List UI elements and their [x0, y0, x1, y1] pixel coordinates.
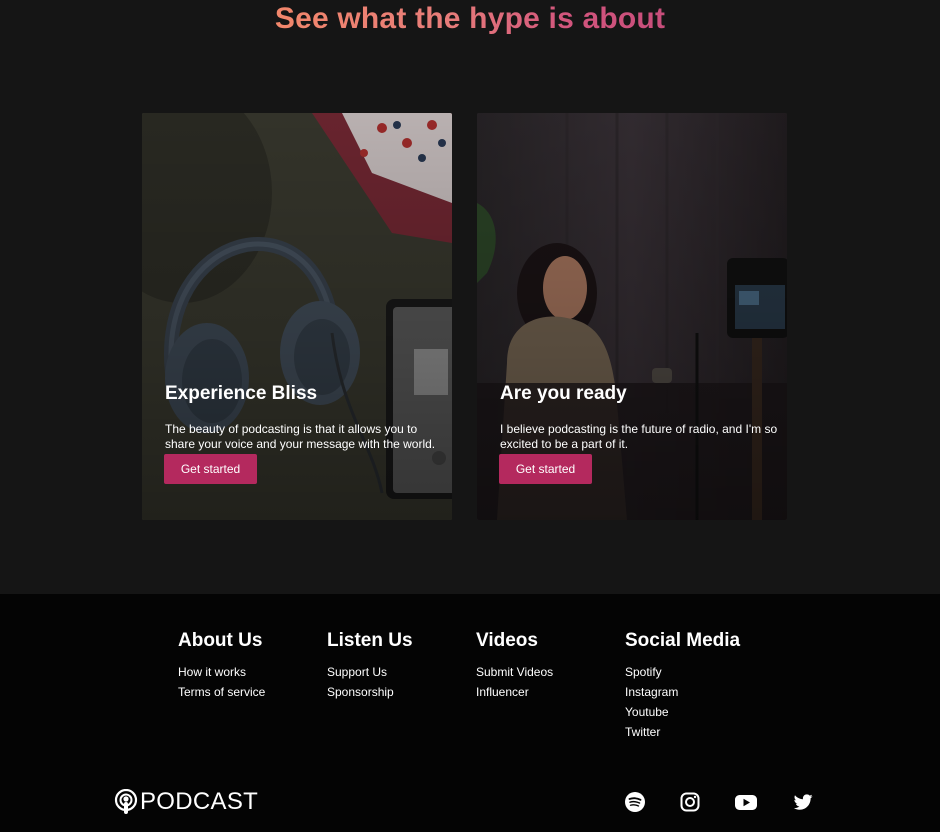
footer-column-listen: Listen Us Support Us Sponsorship	[327, 630, 413, 702]
footer-column-about: About Us How it works Terms of service	[178, 630, 265, 702]
card-text: The beauty of podcasting is that it allo…	[165, 422, 436, 451]
card-are-you-ready: Are you ready I believe podcasting is th…	[477, 113, 787, 520]
logo-text: PODCAST	[140, 788, 259, 815]
youtube-icon[interactable]	[734, 791, 758, 813]
footer-link-terms[interactable]: Terms of service	[178, 682, 265, 702]
twitter-icon[interactable]	[792, 791, 814, 813]
footer-link-support[interactable]: Support Us	[327, 662, 413, 682]
footer-heading: About Us	[178, 630, 263, 651]
footer-link-influencer[interactable]: Influencer	[476, 682, 553, 702]
footer-link-twitter[interactable]: Twitter	[625, 722, 740, 742]
footer-column-videos: Videos Submit Videos Influencer	[476, 630, 553, 702]
card-title: Are you ready	[500, 383, 627, 404]
footer-link-submit-videos[interactable]: Submit Videos	[476, 662, 553, 682]
footer-column-social: Social Media Spotify Instagram Youtube T…	[625, 630, 740, 742]
footer-link-sponsorship[interactable]: Sponsorship	[327, 682, 413, 702]
footer: About Us How it works Terms of service L…	[0, 594, 940, 832]
get-started-button[interactable]: Get started	[499, 454, 592, 484]
card-experience-bliss: Experience Bliss The beauty of podcastin…	[142, 113, 452, 520]
podcast-icon	[114, 789, 138, 814]
instagram-icon[interactable]	[679, 791, 701, 813]
get-started-button[interactable]: Get started	[164, 454, 257, 484]
footer-heading: Listen Us	[327, 630, 413, 651]
footer-link-instagram[interactable]: Instagram	[625, 682, 740, 702]
footer-link-spotify[interactable]: Spotify	[625, 662, 740, 682]
footer-heading: Videos	[476, 630, 538, 651]
card-title: Experience Bliss	[165, 383, 318, 404]
spotify-icon[interactable]	[624, 791, 646, 813]
logo[interactable]: PODCAST	[114, 788, 258, 816]
footer-link-youtube[interactable]: Youtube	[625, 702, 740, 722]
footer-heading: Social Media	[625, 630, 741, 651]
card-text: I believe podcasting is the future of ra…	[500, 422, 778, 451]
footer-link-how-it-works[interactable]: How it works	[178, 662, 265, 682]
hero-title: See what the hype is about	[274, 2, 666, 35]
